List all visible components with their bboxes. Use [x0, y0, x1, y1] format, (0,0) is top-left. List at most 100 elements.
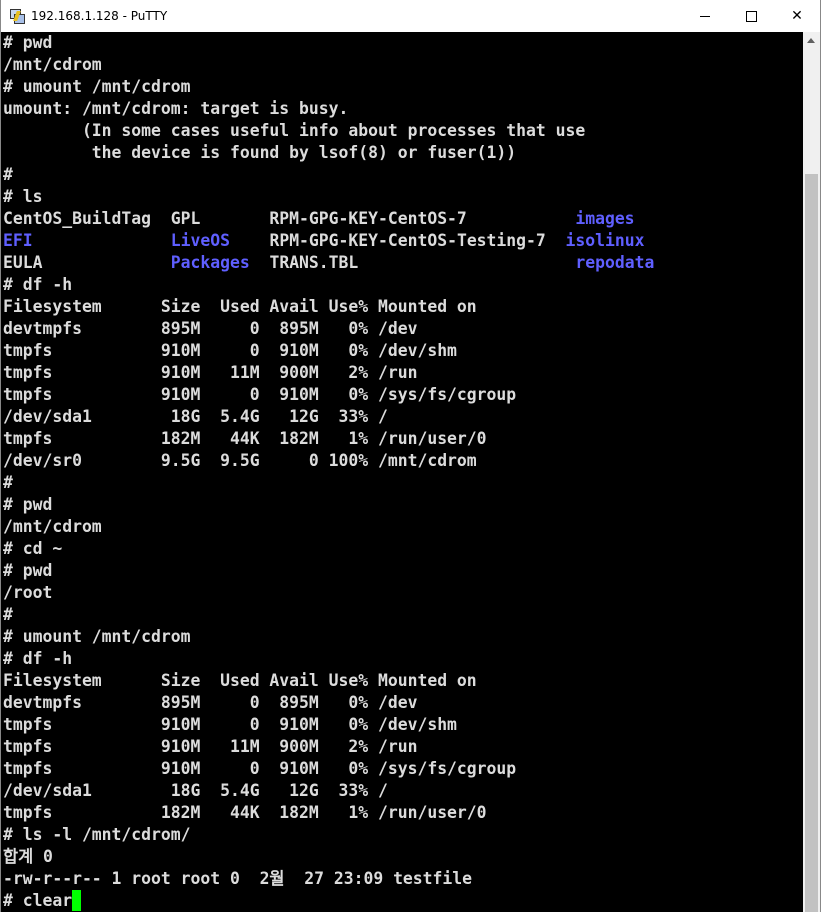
putty-app-icon[interactable]: [9, 8, 25, 24]
terminal-text: #: [3, 165, 13, 184]
terminal-line: Filesystem Size Used Avail Use% Mounted …: [3, 670, 654, 692]
terminal-text: EULA: [3, 253, 171, 272]
terminal-text: /dev/sda1 18G 5.4G 12G 33% /: [3, 407, 388, 426]
terminal-text: /mnt/cdrom: [3, 55, 102, 74]
terminal-line: tmpfs 910M 0 910M 0% /dev/shm: [3, 340, 654, 362]
terminal-text: /root: [3, 583, 53, 602]
terminal-line: /dev/sr0 9.5G 9.5G 0 100% /mnt/cdrom: [3, 450, 654, 472]
directory-name: LiveOS: [170, 231, 230, 250]
minimize-icon: [700, 15, 710, 17]
terminal-line: devtmpfs 895M 0 895M 0% /dev: [3, 692, 654, 714]
terminal-line: tmpfs 910M 0 910M 0% /dev/shm: [3, 714, 654, 736]
close-button[interactable]: ✕: [774, 0, 820, 32]
terminal-line: tmpfs 910M 11M 900M 2% /run: [3, 362, 654, 384]
directory-name: Packages: [170, 253, 250, 272]
scroll-up-arrow-icon[interactable]: [807, 38, 815, 43]
terminal-text: Filesystem Size Used Avail Use% Mounted …: [3, 671, 477, 690]
title-bar[interactable]: 192.168.1.128 - PuTTY ✕: [1, 0, 820, 32]
terminal-line: 합계 0: [3, 846, 654, 868]
terminal-text: /mnt/cdrom: [3, 517, 102, 536]
terminal-line: /dev/sda1 18G 5.4G 12G 33% /: [3, 406, 654, 428]
terminal-text: tmpfs 182M 44K 182M 1% /run/user/0: [3, 429, 487, 448]
terminal-line: CentOS_BuildTag GPL RPM-GPG-KEY-CentOS-7…: [3, 208, 654, 230]
terminal-line: EFI LiveOS RPM-GPG-KEY-CentOS-Testing-7 …: [3, 230, 654, 252]
terminal-line: umount: /mnt/cdrom: target is busy.: [3, 98, 654, 120]
terminal-line: #: [3, 472, 654, 494]
maximize-button[interactable]: [728, 0, 774, 32]
directory-name: isolinux: [565, 231, 645, 250]
terminal-text: #: [3, 605, 13, 624]
terminal-line: devtmpfs 895M 0 895M 0% /dev: [3, 318, 654, 340]
terminal-text: # pwd: [3, 33, 53, 52]
directory-name: repodata: [575, 253, 655, 272]
terminal-line: # ls: [3, 186, 654, 208]
terminal-text: # ls: [3, 187, 43, 206]
terminal-text: (In some cases useful info about process…: [3, 121, 586, 140]
terminal-line: the device is found by lsof(8) or fuser(…: [3, 142, 654, 164]
terminal-text: TRANS.TBL: [249, 253, 576, 272]
terminal-text: devtmpfs 895M 0 895M 0% /dev: [3, 319, 418, 338]
terminal-text: tmpfs 910M 11M 900M 2% /run: [3, 737, 418, 756]
terminal-text: # umount /mnt/cdrom: [3, 627, 191, 646]
directory-name: EFI: [3, 231, 33, 250]
terminal-line: tmpfs 182M 44K 182M 1% /run/user/0: [3, 802, 654, 824]
window-controls: ✕: [682, 0, 820, 32]
terminal-line: # pwd: [3, 560, 654, 582]
terminal-line: # df -h: [3, 648, 654, 670]
vertical-scrollbar[interactable]: [803, 32, 820, 912]
terminal-line: tmpfs 910M 11M 900M 2% /run: [3, 736, 654, 758]
directory-name: images: [575, 209, 635, 228]
terminal-text: tmpfs 910M 11M 900M 2% /run: [3, 363, 418, 382]
terminal-line: # pwd: [3, 494, 654, 516]
terminal-text: the device is found by lsof(8) or fuser(…: [3, 143, 517, 162]
terminal-line: tmpfs 910M 0 910M 0% /sys/fs/cgroup: [3, 758, 654, 780]
terminal-text: # clear: [3, 891, 73, 910]
terminal-line: /root: [3, 582, 654, 604]
terminal-text: Filesystem Size Used Avail Use% Mounted …: [3, 297, 477, 316]
terminal-text: # df -h: [3, 649, 73, 668]
terminal-text: tmpfs 910M 0 910M 0% /dev/shm: [3, 341, 457, 360]
terminal-line: (In some cases useful info about process…: [3, 120, 654, 142]
terminal-line: # clear: [3, 890, 654, 912]
terminal-text: # cd ~: [3, 539, 63, 558]
terminal-line: -rw-r--r-- 1 root root 0 2월 27 23:09 tes…: [3, 868, 654, 890]
terminal-text: devtmpfs 895M 0 895M 0% /dev: [3, 693, 418, 712]
terminal-text: # pwd: [3, 561, 53, 580]
terminal-text: # df -h: [3, 275, 73, 294]
terminal-text: tmpfs 910M 0 910M 0% /sys/fs/cgroup: [3, 759, 517, 778]
terminal-line: /dev/sda1 18G 5.4G 12G 33% /: [3, 780, 654, 802]
terminal-line: # ls -l /mnt/cdrom/: [3, 824, 654, 846]
terminal-text: /dev/sda1 18G 5.4G 12G 33% /: [3, 781, 388, 800]
terminal-screen[interactable]: # pwd/mnt/cdrom # umount /mnt/cdrom umount…: [1, 32, 803, 912]
terminal-line: # pwd: [3, 32, 654, 54]
terminal-text: tmpfs 910M 0 910M 0% /dev/shm: [3, 715, 457, 734]
scrollbar-thumb[interactable]: [805, 174, 818, 912]
terminal-text: CentOS_BuildTag GPL RPM-GPG-KEY-CentOS-7: [3, 209, 576, 228]
terminal-line: # umount /mnt/cdrom: [3, 76, 654, 98]
minimize-button[interactable]: [682, 0, 728, 32]
terminal-line: # cd ~: [3, 538, 654, 560]
maximize-icon: [745, 10, 757, 22]
terminal-line: EULA Packages TRANS.TBL repodata: [3, 252, 654, 274]
terminal-output: # pwd/mnt/cdrom # umount /mnt/cdrom umount…: [3, 32, 654, 912]
terminal-line: /mnt/cdrom: [3, 516, 654, 538]
terminal-text: umount: /mnt/cdrom: target is busy.: [3, 99, 349, 118]
terminal-text: -rw-r--r-- 1 root root 0 2월 27 23:09 tes…: [3, 869, 473, 888]
terminal-line: #: [3, 604, 654, 626]
text-cursor: [72, 890, 82, 911]
terminal-line: # umount /mnt/cdrom: [3, 626, 654, 648]
terminal-text: RPM-GPG-KEY-CentOS-Testing-7: [229, 231, 566, 250]
terminal-text: # umount /mnt/cdrom: [3, 77, 191, 96]
terminal-line: # df -h: [3, 274, 654, 296]
terminal-text: #: [3, 473, 13, 492]
terminal-text: 합계 0: [3, 847, 53, 866]
terminal-text: tmpfs 910M 0 910M 0% /sys/fs/cgroup: [3, 385, 517, 404]
window-title: 192.168.1.128 - PuTTY: [31, 9, 168, 23]
terminal-line: Filesystem Size Used Avail Use% Mounted …: [3, 296, 654, 318]
terminal-line: /mnt/cdrom: [3, 54, 654, 76]
close-icon: ✕: [791, 8, 803, 24]
terminal-text: tmpfs 182M 44K 182M 1% /run/user/0: [3, 803, 487, 822]
terminal-text: # pwd: [3, 495, 53, 514]
terminal-line: tmpfs 910M 0 910M 0% /sys/fs/cgroup: [3, 384, 654, 406]
